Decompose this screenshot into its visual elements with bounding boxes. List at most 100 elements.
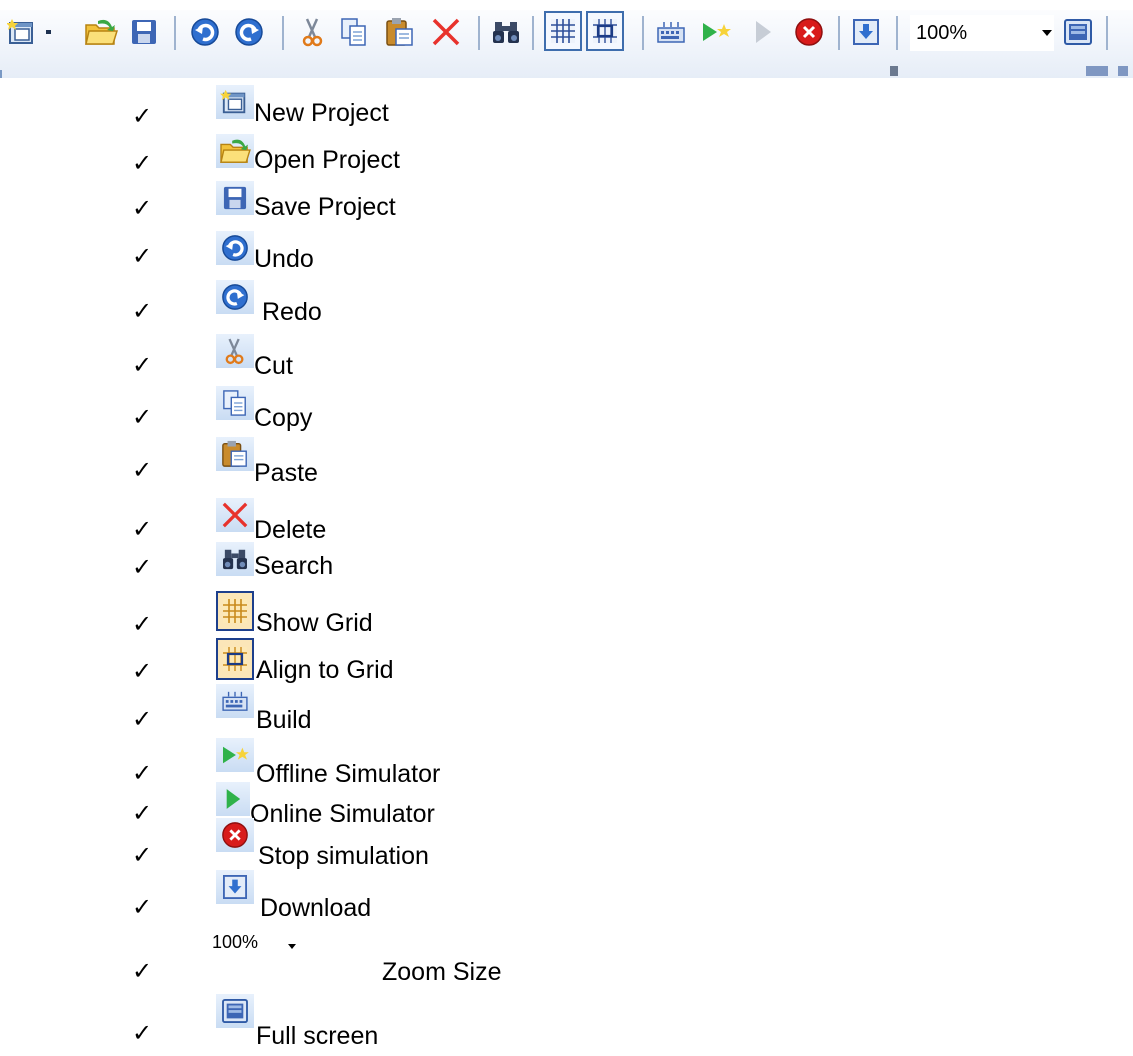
cropped-fragment <box>1118 66 1128 76</box>
chevron-down-icon <box>288 944 296 949</box>
undo-button[interactable] <box>188 12 222 52</box>
main-toolbar: 100% <box>0 0 1133 78</box>
full-screen-button[interactable] <box>1062 12 1094 52</box>
list-item: ✓ Show Grid <box>0 591 1133 639</box>
online-simulator-button[interactable] <box>748 12 778 52</box>
full-screen-icon <box>216 994 254 1028</box>
play-icon <box>756 21 771 43</box>
search-button[interactable] <box>490 12 522 52</box>
redo-icon <box>216 280 254 314</box>
play-icon <box>216 782 250 816</box>
toolbar-separator <box>642 16 644 50</box>
check-mark: ✓ <box>132 894 153 921</box>
open-project-button[interactable] <box>82 12 120 52</box>
toolbar-separator <box>174 16 176 50</box>
check-mark: ✓ <box>132 554 153 581</box>
list-item: ✓ Align to Grid <box>0 634 1133 684</box>
list-item: ✓ Redo <box>0 280 1133 330</box>
check-mark: ✓ <box>132 150 153 177</box>
new-project-button[interactable] <box>4 12 40 52</box>
check-mark: ✓ <box>132 195 153 222</box>
toolbar-grip <box>0 70 2 78</box>
legend-label: Open Project <box>254 146 400 174</box>
legend-label: Zoom Size <box>382 958 502 986</box>
list-item: ✓ Undo <box>0 231 1133 281</box>
paste-icon <box>216 437 254 471</box>
chevron-down-icon <box>46 30 51 34</box>
legend-label: Stop simulation <box>258 842 429 870</box>
stop-icon <box>216 818 254 852</box>
undo-icon <box>191 18 219 46</box>
scissors-icon <box>216 334 254 368</box>
align-grid-icon <box>216 638 254 680</box>
check-mark: ✓ <box>132 842 153 869</box>
copy-icon <box>216 386 254 420</box>
legend-label: Delete <box>254 516 327 544</box>
check-mark: ✓ <box>132 404 153 431</box>
legend-label: Cut <box>254 352 293 380</box>
cropped-fragment <box>1086 66 1108 76</box>
offline-simulator-icon <box>216 738 254 772</box>
redo-icon <box>235 18 263 46</box>
stop-icon <box>795 18 823 46</box>
list-item: ✓ New Project <box>0 85 1133 133</box>
floppy-disk-icon <box>132 20 156 44</box>
open-folder-icon <box>85 19 118 45</box>
legend-label: Build <box>256 706 312 734</box>
list-item: ✓ Copy <box>0 386 1133 434</box>
zoom-size-select[interactable]: 100% <box>910 15 1054 51</box>
save-project-button[interactable] <box>128 12 160 52</box>
legend-label: Full screen <box>256 1022 379 1050</box>
list-item: ✓ Stop simulation <box>0 816 1133 870</box>
delete-button[interactable] <box>428 12 464 52</box>
legend-label: Paste <box>254 459 318 487</box>
list-item: ✓ Delete <box>0 498 1133 550</box>
legend-label: Undo <box>254 245 314 273</box>
list-item: ✓ 100% Zoom Size <box>0 930 1133 986</box>
list-item: ✓ Open Project <box>0 134 1133 182</box>
check-mark: ✓ <box>132 103 153 130</box>
binoculars-icon <box>493 22 519 43</box>
binoculars-icon <box>216 542 254 576</box>
toolbar-separator <box>282 16 284 50</box>
new-project-icon <box>216 85 254 119</box>
check-mark: ✓ <box>132 457 153 484</box>
chevron-down-icon[interactable] <box>1042 30 1052 36</box>
legend-label: Align to Grid <box>256 656 394 684</box>
paste-button[interactable] <box>384 12 416 52</box>
list-item: ✓ Paste <box>0 437 1133 487</box>
check-mark: ✓ <box>132 352 153 379</box>
cropped-fragment <box>890 66 898 76</box>
check-mark: ✓ <box>132 243 153 270</box>
legend-label: Redo <box>262 298 322 326</box>
copy-button[interactable] <box>338 12 370 52</box>
toolbar-separator <box>1106 16 1108 50</box>
toolbar-top-edge <box>0 0 1133 10</box>
stop-simulation-button[interactable] <box>792 12 826 52</box>
zoom-value: 100% <box>916 21 968 44</box>
cut-button[interactable] <box>298 12 328 52</box>
align-to-grid-toggle[interactable] <box>586 11 624 51</box>
grid-icon <box>216 591 254 631</box>
download-button[interactable] <box>850 12 882 52</box>
list-item: ✓ Cut <box>0 334 1133 382</box>
toolbar-separator <box>478 16 480 50</box>
delete-x-icon <box>216 498 254 532</box>
offline-simulator-button[interactable] <box>698 12 734 52</box>
zoom-value: 100% <box>212 932 259 952</box>
build-icon <box>657 22 685 43</box>
show-grid-toggle[interactable] <box>544 11 582 51</box>
legend-label: Save Project <box>254 193 396 221</box>
toolbar-separator <box>838 16 840 50</box>
list-item: ✓ Offline Simulator <box>0 734 1133 788</box>
scissors-icon <box>302 18 323 47</box>
redo-button[interactable] <box>232 12 266 52</box>
download-icon <box>853 19 879 45</box>
open-folder-icon <box>216 134 254 168</box>
paste-icon <box>386 18 413 46</box>
toolbar-separator <box>896 16 898 50</box>
undo-icon <box>216 231 254 265</box>
build-button[interactable] <box>654 12 688 52</box>
new-project-dropdown[interactable] <box>42 12 56 52</box>
align-grid-icon <box>593 19 617 43</box>
